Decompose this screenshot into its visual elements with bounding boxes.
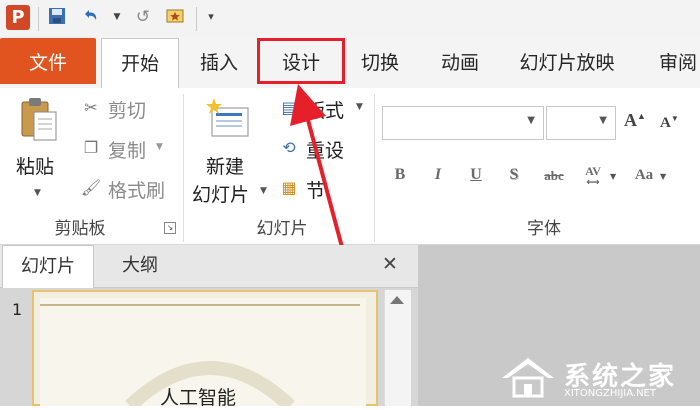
- new-slide-label-line1[interactable]: 新建: [206, 152, 244, 179]
- toolbar-divider: [38, 7, 39, 31]
- grow-font-button[interactable]: A▲: [624, 110, 646, 131]
- copy-dropdown-icon[interactable]: ▼: [156, 142, 163, 152]
- clipboard-launcher-icon[interactable]: ↘: [164, 222, 176, 234]
- font-group-label: 字体: [527, 219, 561, 239]
- bold-button[interactable]: B: [388, 166, 412, 184]
- copy-icon: ❐: [83, 138, 99, 157]
- tab-transitions[interactable]: 切换: [348, 38, 412, 84]
- font-size-select[interactable]: ▼: [546, 106, 616, 140]
- format-painter-button[interactable]: 格式刷: [108, 176, 165, 203]
- slide-number: 1: [12, 300, 23, 319]
- character-spacing-button[interactable]: AV ⟷: [580, 164, 606, 187]
- chevron-down-icon: ▼: [599, 115, 607, 126]
- tab-slides[interactable]: 幻灯片: [2, 245, 94, 288]
- tab-slideshow[interactable]: 幻灯片放映: [508, 38, 626, 84]
- slideshow-icon[interactable]: [164, 6, 186, 28]
- spacing-dropdown-icon[interactable]: ▼: [610, 172, 616, 181]
- tab-insert[interactable]: 插入: [183, 38, 255, 84]
- panel-tabs: 幻灯片 大纲 ✕: [0, 245, 418, 288]
- tab-review[interactable]: 审阅: [648, 38, 700, 84]
- paste-dropdown-icon[interactable]: ▼: [34, 188, 41, 198]
- cut-button[interactable]: 剪切: [108, 96, 146, 123]
- paste-icon[interactable]: [18, 96, 60, 144]
- customize-toolbar-icon[interactable]: ▾: [206, 6, 216, 28]
- new-slide-icon[interactable]: [206, 96, 250, 140]
- save-icon[interactable]: [46, 6, 68, 28]
- shadow-button[interactable]: S: [502, 166, 526, 184]
- font-name-select[interactable]: ▼: [382, 106, 544, 140]
- cut-icon: ✂: [84, 98, 98, 117]
- undo-dropdown-icon[interactable]: ▼: [112, 6, 122, 28]
- copy-button[interactable]: 复制: [108, 136, 146, 163]
- tab-animations[interactable]: 动画: [426, 38, 494, 84]
- strikethrough-button[interactable]: abc: [538, 168, 570, 184]
- undo-icon[interactable]: [80, 6, 102, 28]
- tab-design[interactable]: 设计: [257, 38, 345, 84]
- close-panel-icon[interactable]: ✕: [382, 253, 398, 275]
- case-dropdown-icon[interactable]: ▼: [660, 172, 666, 181]
- format-painter-icon: 🖌: [80, 178, 102, 197]
- redo-icon[interactable]: ↺: [132, 6, 154, 28]
- scroll-up-icon[interactable]: [390, 296, 404, 304]
- shrink-font-button[interactable]: A▼: [660, 114, 679, 132]
- toolbar-divider: [196, 7, 197, 31]
- paste-button[interactable]: 粘贴: [16, 152, 54, 179]
- site-watermark: 系统之家 XITONGZHIJIA.NET: [498, 350, 698, 404]
- group-divider: [183, 94, 184, 242]
- tab-outline[interactable]: 大纲: [96, 245, 184, 287]
- watermark-url: XITONGZHIJIA.NET: [564, 388, 656, 399]
- panel-scrollbar[interactable]: [384, 290, 411, 406]
- chevron-down-icon: ▼: [527, 115, 535, 126]
- tab-file[interactable]: 文件: [0, 38, 96, 84]
- slide-decor-line: [40, 304, 360, 306]
- new-slide-label-line2[interactable]: 幻灯片: [192, 180, 249, 207]
- underline-button[interactable]: U: [464, 166, 488, 184]
- tab-home[interactable]: 开始: [101, 38, 179, 88]
- clipboard-group-label: 剪贴板: [54, 219, 106, 239]
- italic-button[interactable]: I: [426, 166, 450, 184]
- quick-access-toolbar: P ▼ ↺ ▾: [0, 0, 700, 39]
- change-case-button[interactable]: Aa: [630, 167, 658, 184]
- powerpoint-logo: P: [6, 5, 30, 30]
- house-logo-icon: [502, 358, 554, 398]
